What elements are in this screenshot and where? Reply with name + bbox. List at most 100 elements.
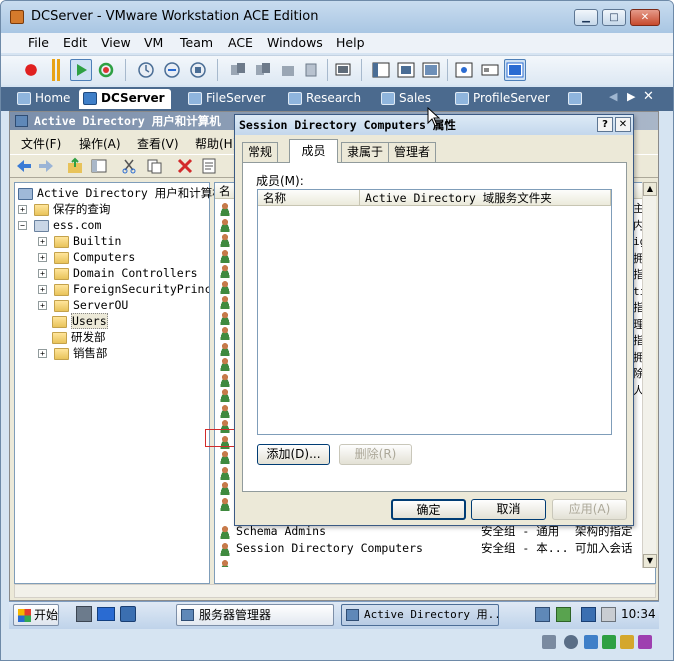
- tab-members[interactable]: 成员: [289, 139, 338, 163]
- revert-snapshot-icon[interactable]: [161, 59, 183, 81]
- copy-icon[interactable]: [145, 157, 163, 175]
- power-on-icon[interactable]: [70, 59, 92, 81]
- tree-item-builtin[interactable]: + Builtin: [15, 233, 209, 249]
- quick-switch-icon[interactable]: [420, 59, 442, 81]
- remove-button[interactable]: 删除(R): [339, 444, 412, 465]
- device-hdd-icon[interactable]: [542, 635, 556, 649]
- start-button[interactable]: 开始: [13, 604, 59, 626]
- up-level-icon[interactable]: [66, 157, 84, 175]
- menu-help[interactable]: 帮助(H): [195, 135, 235, 152]
- tree-domain[interactable]: − ess.com: [15, 217, 209, 233]
- suspend-icon[interactable]: [45, 59, 67, 81]
- device-cdrom-icon[interactable]: [564, 635, 578, 649]
- list-item-session-directory[interactable]: Session Directory Computers 安全组 - 本... 可加入…: [218, 540, 646, 556]
- menu-edit[interactable]: Edit: [63, 35, 87, 50]
- taskbar-item-server-manager[interactable]: 服务器管理器: [176, 604, 334, 626]
- network-icon[interactable]: [535, 607, 550, 622]
- horizontal-scrollbar[interactable]: [14, 584, 656, 598]
- ok-button[interactable]: 确定: [391, 499, 466, 520]
- tree-item-foreign-security[interactable]: + ForeignSecurityPrincip: [15, 281, 209, 297]
- power-off-icon[interactable]: [20, 59, 42, 81]
- scroll-down-arrow[interactable]: ▼: [643, 554, 657, 568]
- menu-vm[interactable]: VM: [144, 35, 163, 50]
- team-clone-icon[interactable]: [277, 59, 299, 81]
- tab-dcserver[interactable]: DCServer: [79, 89, 171, 109]
- expand-icon[interactable]: +: [38, 269, 47, 278]
- device-printer-icon[interactable]: [638, 635, 652, 649]
- menu-view[interactable]: 查看(V): [137, 135, 179, 152]
- tab-prev-button[interactable]: ◀: [609, 90, 617, 103]
- snapshot-icon[interactable]: [135, 59, 157, 81]
- snapshot-manager-icon[interactable]: [187, 59, 209, 81]
- menu-view[interactable]: View: [101, 35, 131, 50]
- server-manager-quicklaunch-icon[interactable]: [76, 606, 92, 622]
- expand-icon[interactable]: +: [38, 349, 47, 358]
- maximize-button[interactable]: □: [602, 9, 626, 26]
- tab-general[interactable]: 常规: [242, 142, 279, 162]
- tree-item-sales[interactable]: + 销售部: [15, 345, 209, 361]
- scroll-up-arrow[interactable]: ▲: [643, 182, 657, 196]
- fullscreen-icon[interactable]: [395, 59, 417, 81]
- list-item[interactable]: [218, 557, 646, 567]
- tab-close-button[interactable]: ✕: [643, 89, 654, 104]
- tab-member-of[interactable]: 隶属于: [341, 142, 390, 162]
- tree-item-rd[interactable]: 研发部: [15, 329, 209, 345]
- menu-help[interactable]: Help: [336, 35, 365, 50]
- show-hide-tree-icon[interactable]: [90, 157, 108, 175]
- console-view-icon[interactable]: [504, 59, 526, 81]
- column-header-name[interactable]: 名称: [258, 190, 360, 206]
- menu-file[interactable]: 文件(F): [21, 135, 61, 152]
- help-button[interactable]: ?: [597, 117, 613, 132]
- cancel-button[interactable]: 取消: [471, 499, 546, 520]
- team-power-icon[interactable]: [252, 59, 274, 81]
- summary-view-icon[interactable]: [453, 59, 475, 81]
- sidebar-toggle-icon[interactable]: [370, 59, 392, 81]
- device-network-icon[interactable]: [584, 635, 598, 649]
- tree-root[interactable]: Active Directory 用户和计算机: [15, 185, 224, 201]
- close-button[interactable]: ✕: [630, 9, 660, 26]
- delete-icon[interactable]: [176, 157, 194, 175]
- menu-file[interactable]: File: [28, 35, 49, 50]
- monitor-icon[interactable]: [581, 607, 596, 622]
- menu-action[interactable]: 操作(A): [79, 135, 121, 152]
- taskbar-item-active-directory[interactable]: Active Directory 用...: [341, 604, 499, 626]
- list-scrollbar[interactable]: ▲ ▼: [642, 182, 657, 568]
- tab-overflow[interactable]: [564, 89, 588, 109]
- reset-icon[interactable]: [95, 59, 117, 81]
- tree-item-computers[interactable]: + Computers: [15, 249, 209, 265]
- tree-item-users[interactable]: Users: [15, 313, 209, 329]
- expand-icon[interactable]: +: [38, 237, 47, 246]
- expand-icon[interactable]: +: [38, 253, 47, 262]
- expand-icon[interactable]: +: [18, 205, 27, 214]
- menu-team[interactable]: Team: [180, 35, 213, 50]
- cut-icon[interactable]: [120, 157, 138, 175]
- tab-research[interactable]: Research: [284, 89, 366, 109]
- properties-icon[interactable]: [200, 157, 218, 175]
- powershell-icon[interactable]: [120, 606, 136, 622]
- expand-icon[interactable]: +: [38, 285, 47, 294]
- device-sound-icon[interactable]: [620, 635, 634, 649]
- members-list[interactable]: 名称 Active Directory 域服务文件夹: [257, 189, 612, 435]
- tree-item-domain-controllers[interactable]: + Domain Controllers: [15, 265, 209, 281]
- tab-profileserver[interactable]: ProfileServer: [451, 89, 557, 109]
- tab-managed-by[interactable]: 管理者: [388, 142, 437, 162]
- tab-home[interactable]: Home: [13, 89, 75, 109]
- device-usb-icon[interactable]: [602, 635, 616, 649]
- collapse-icon[interactable]: −: [18, 221, 27, 230]
- tab-fileserver[interactable]: FileServer: [184, 89, 274, 109]
- console-icon[interactable]: [332, 59, 354, 81]
- column-header-folder[interactable]: Active Directory 域服务文件夹: [360, 190, 611, 206]
- show-desktop-icon[interactable]: [97, 607, 115, 621]
- tab-sales[interactable]: Sales: [377, 89, 439, 109]
- team-segment-icon[interactable]: [300, 59, 322, 81]
- minimize-button[interactable]: ▁: [574, 9, 598, 26]
- team-icon[interactable]: [227, 59, 249, 81]
- tray-app-icon[interactable]: [556, 607, 571, 622]
- menu-windows[interactable]: Windows: [267, 35, 323, 50]
- apply-button[interactable]: 应用(A): [552, 499, 627, 520]
- volume-icon[interactable]: [601, 607, 616, 622]
- back-icon[interactable]: [15, 157, 33, 175]
- tab-next-button[interactable]: ▶: [627, 90, 635, 103]
- expand-icon[interactable]: +: [38, 301, 47, 310]
- tree-saved-queries[interactable]: + 保存的查询: [15, 201, 209, 217]
